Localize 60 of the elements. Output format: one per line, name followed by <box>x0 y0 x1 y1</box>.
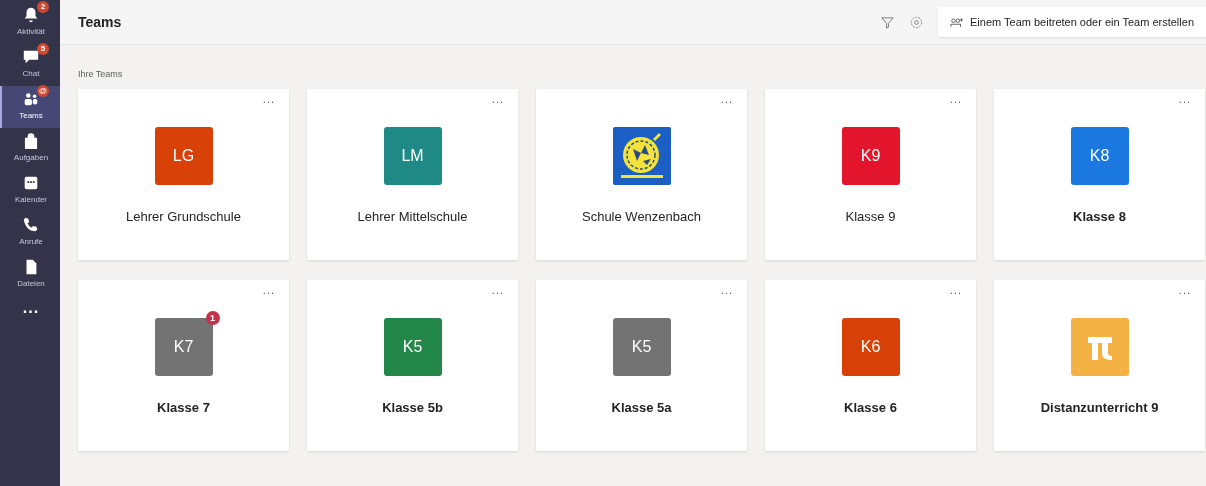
nav-item[interactable]: Aufgaben <box>0 128 60 170</box>
more-options-button[interactable]: ... <box>262 93 275 105</box>
nav-item[interactable]: Anrufe <box>0 212 60 254</box>
nav-item[interactable]: 2 Aktivität <box>0 2 60 44</box>
more-options-button[interactable]: ... <box>1178 284 1191 296</box>
bell-icon <box>22 6 40 24</box>
more-options-button[interactable]: ... <box>491 93 504 105</box>
more-options-button[interactable]: ... <box>720 93 733 105</box>
team-card[interactable]: ... Distanzunterricht 9 <box>994 280 1205 451</box>
team-name: Klasse 5b <box>382 400 443 415</box>
team-card[interactable]: ... LM Lehrer Mittelschule <box>307 89 518 260</box>
team-avatar: K5 <box>383 318 442 376</box>
calendar-icon <box>22 174 40 192</box>
page-title: Teams <box>78 14 122 30</box>
more-options-button[interactable]: ... <box>262 284 275 296</box>
more-options-button[interactable]: ... <box>949 93 962 105</box>
team-card[interactable]: ... K9 Klasse 9 <box>765 89 976 260</box>
nav-item[interactable]: 5 Chat <box>0 44 60 86</box>
section-label: Ihre Teams <box>77 68 124 81</box>
more-options-button[interactable]: ... <box>1178 93 1191 105</box>
phone-icon <box>22 216 40 234</box>
team-avatar: K6 <box>841 318 900 376</box>
team-name: Lehrer Grundschule <box>126 209 241 224</box>
settings-icon[interactable] <box>909 14 924 30</box>
nav-item[interactable]: Kalender <box>0 170 60 212</box>
team-name: Klasse 9 <box>845 209 896 224</box>
notification-badge: 1 <box>205 311 220 325</box>
people-add-icon <box>950 16 964 28</box>
team-card[interactable]: ... K5 Klasse 5b <box>307 280 518 451</box>
filter-icon[interactable] <box>880 14 895 30</box>
join-team-button[interactable]: Einem Team beitreten oder ein Team erstellen <box>938 7 1206 37</box>
team-name: Klasse 7 <box>157 400 210 415</box>
team-avatar: LM <box>383 127 442 185</box>
more-options-button[interactable]: ... <box>491 284 504 296</box>
team-avatar: LG <box>154 127 213 185</box>
team-card[interactable]: ... K6 Klasse 6 <box>765 280 976 451</box>
team-name: Schule Wenzenbach <box>582 209 701 224</box>
nav-item[interactable]: @ Teams <box>0 86 60 128</box>
notification-badge: @ <box>37 85 49 97</box>
team-avatar: K9 <box>841 127 900 185</box>
notification-badge: 5 <box>37 43 49 55</box>
more-options-button[interactable]: ... <box>720 284 733 296</box>
more-apps-button[interactable]: ... <box>0 296 60 326</box>
team-card[interactable]: ... K8 Klasse 8 <box>994 89 1205 260</box>
team-avatar: K5 <box>612 318 671 376</box>
nav-item[interactable]: Dateien <box>0 254 60 296</box>
more-options-button[interactable]: ... <box>949 284 962 296</box>
team-card[interactable]: ... K7 1 Klasse 7 <box>78 280 289 451</box>
bag-icon <box>22 132 40 150</box>
team-name: Klasse 8 <box>1073 209 1126 224</box>
notification-badge: 2 <box>37 1 49 13</box>
team-card[interactable]: ... K5 Klasse 5a <box>536 280 747 451</box>
team-name: Distanzunterricht 9 <box>1040 400 1159 415</box>
team-name: Lehrer Mittelschule <box>357 209 468 224</box>
team-name: Klasse 6 <box>844 400 897 415</box>
team-avatar: K8 <box>1070 127 1129 185</box>
team-card[interactable]: ... Schule Wenzenbach <box>536 89 747 260</box>
team-name: Klasse 5a <box>611 400 672 415</box>
team-card[interactable]: ... LG Lehrer Grundschule <box>78 89 289 260</box>
teams-icon <box>22 90 40 108</box>
